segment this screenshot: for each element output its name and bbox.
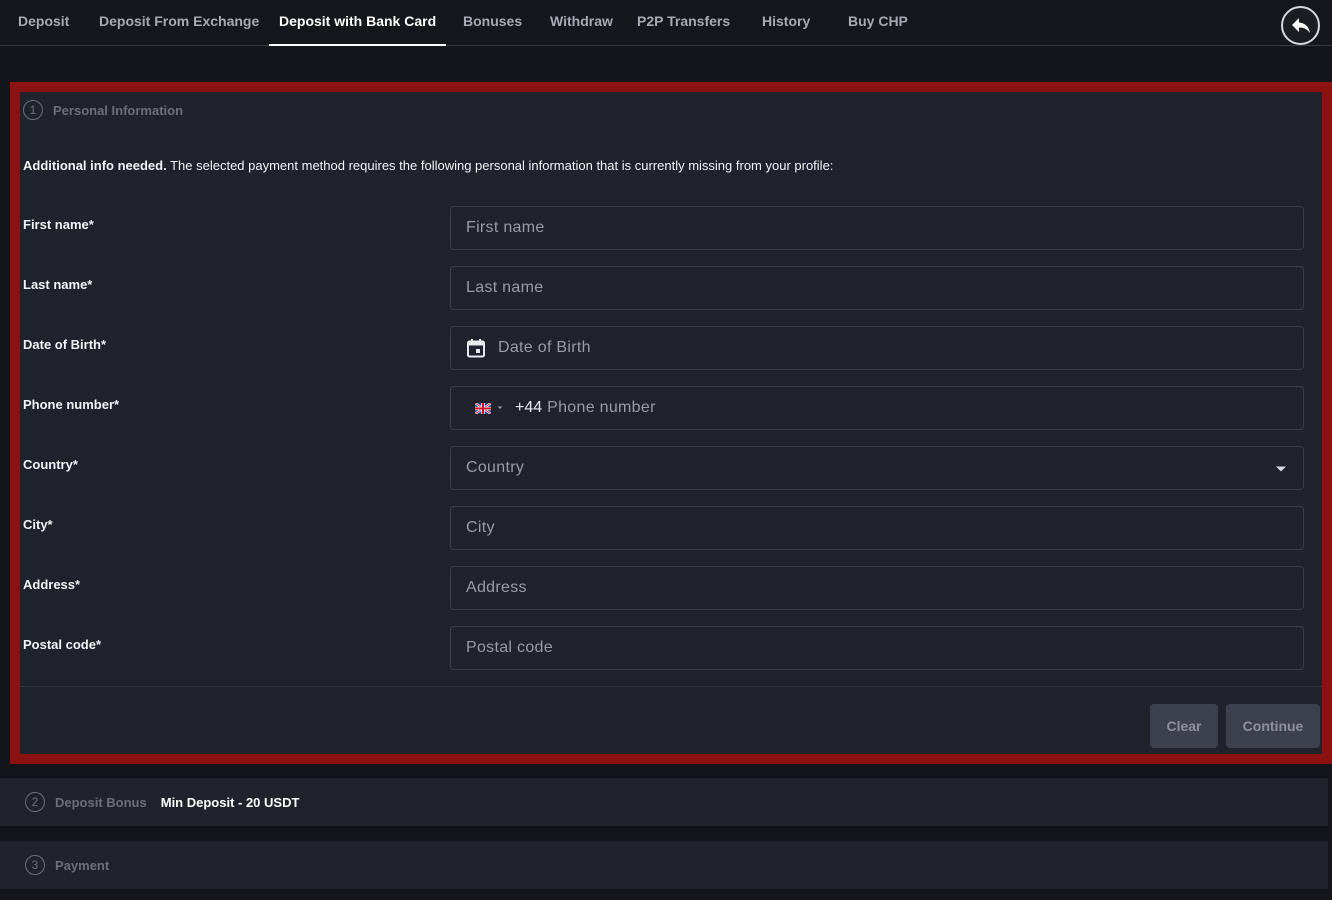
date-of-birth-field[interactable] — [450, 326, 1304, 370]
caret-down-icon — [497, 406, 503, 409]
notice-bold: Additional info needed. — [23, 158, 167, 173]
postal-code-label: Postal code* — [23, 637, 102, 652]
first-name-label: First name* — [23, 217, 94, 232]
address-label: Address* — [23, 577, 81, 592]
back-button[interactable] — [1281, 6, 1320, 45]
date-of-birth-input[interactable] — [498, 339, 1303, 357]
chevron-down-icon — [1276, 466, 1286, 472]
city-label: City* — [23, 517, 53, 532]
form-divider — [20, 686, 1322, 687]
postal-code-field[interactable] — [450, 626, 1304, 670]
top-nav: Deposit Deposit From Exchange Deposit wi… — [0, 0, 1332, 46]
tab-p2p-transfers[interactable]: P2P Transfers — [637, 0, 730, 46]
tab-history[interactable]: History — [762, 0, 810, 46]
phone-number-field[interactable]: +44 — [450, 386, 1304, 430]
additional-info-notice: Additional info needed. The selected pay… — [23, 158, 833, 173]
date-of-birth-label: Date of Birth* — [23, 337, 107, 352]
tab-buy-chp[interactable]: Buy CHP — [848, 0, 908, 46]
country-code-selector[interactable] — [475, 402, 505, 414]
tab-deposit-from-exchange[interactable]: Deposit From Exchange — [99, 0, 259, 46]
country-select[interactable] — [450, 446, 1304, 490]
address-field[interactable] — [450, 566, 1304, 610]
calendar-icon[interactable] — [466, 338, 486, 358]
phone-number-input[interactable] — [547, 399, 1303, 417]
step-1-header[interactable]: 1 Personal Information — [23, 100, 183, 120]
phone-number-label: Phone number* — [23, 397, 120, 412]
phone-prefix: +44 — [515, 399, 543, 416]
tab-withdraw[interactable]: Withdraw — [550, 0, 613, 46]
step-2-header: 2 Deposit Bonus Min Deposit - 20 USDT — [25, 792, 299, 812]
country-select-value[interactable] — [466, 459, 1303, 477]
continue-button[interactable]: Continue — [1226, 704, 1320, 748]
step-1-title: Personal Information — [53, 102, 184, 118]
first-name-input[interactable] — [466, 219, 1303, 237]
personal-information-panel: 1 Personal Information Additional info n… — [10, 82, 1332, 764]
tab-deposit-with-bank-card[interactable]: Deposit with Bank Card — [268, 0, 447, 46]
back-arrow-icon — [1291, 17, 1310, 33]
tab-deposit[interactable]: Deposit — [18, 0, 69, 46]
step-number-3: 3 — [25, 855, 45, 875]
deposit-bonus-panel[interactable]: 2 Deposit Bonus Min Deposit - 20 USDT — [0, 778, 1328, 826]
step-number-2: 2 — [25, 792, 45, 812]
postal-code-input[interactable] — [466, 639, 1303, 657]
step-2-title: Deposit Bonus — [55, 794, 147, 810]
first-name-field[interactable] — [450, 206, 1304, 250]
step-3-header: 3 Payment — [25, 855, 109, 875]
country-label: Country* — [23, 457, 78, 472]
address-input[interactable] — [466, 579, 1303, 597]
clear-button[interactable]: Clear — [1150, 704, 1218, 748]
city-input[interactable] — [466, 519, 1303, 537]
tab-bonuses[interactable]: Bonuses — [463, 0, 522, 46]
notice-text: The selected payment method requires the… — [166, 158, 834, 173]
step-number-1: 1 — [23, 100, 43, 120]
step-3-title: Payment — [55, 857, 110, 873]
last-name-label: Last name* — [23, 277, 93, 292]
uk-flag-icon — [475, 402, 491, 414]
min-deposit-text: Min Deposit - 20 USDT — [160, 794, 300, 810]
last-name-input[interactable] — [466, 279, 1303, 297]
payment-panel[interactable]: 3 Payment — [0, 841, 1328, 889]
city-field[interactable] — [450, 506, 1304, 550]
last-name-field[interactable] — [450, 266, 1304, 310]
